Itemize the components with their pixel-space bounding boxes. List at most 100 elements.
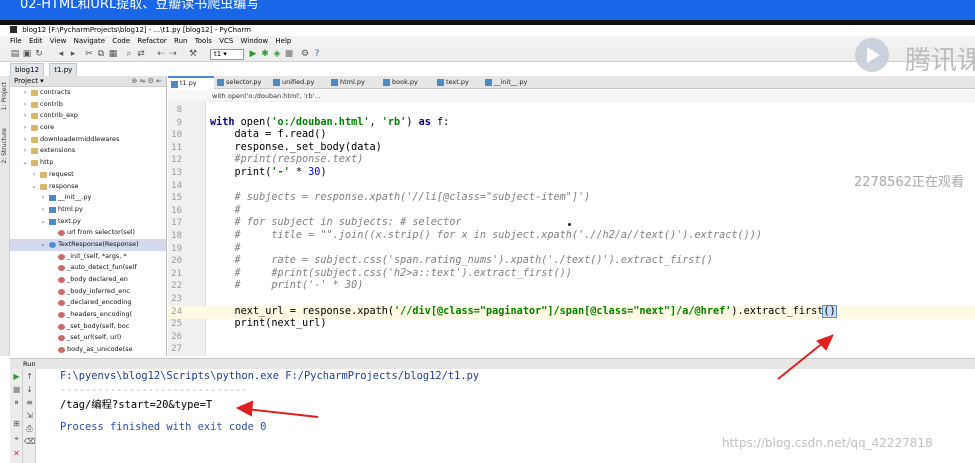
tree-item[interactable]: ⌄ TextResponse(Response) (10, 238, 166, 251)
tree-item[interactable]: › core (10, 122, 166, 134)
cut-icon[interactable]: ✂ (84, 49, 94, 59)
tab-text[interactable]: text.py (434, 76, 482, 89)
breadcrumb-project[interactable]: blog12 (10, 63, 45, 77)
tab-book[interactable]: book.py (380, 76, 434, 89)
run-panel-title[interactable]: Run (23, 360, 35, 368)
run-icon[interactable]: ▶ (248, 49, 258, 59)
clear-icon[interactable]: ⌫ (24, 437, 35, 447)
editor-breadcrumb[interactable]: with open('o:/douban.html', 'rb'... (168, 90, 975, 102)
tree-item[interactable]: › extensions (10, 145, 166, 157)
help-icon[interactable]: ? (312, 49, 322, 59)
paste-icon[interactable]: ▦ (108, 49, 118, 59)
tree-item[interactable]: _auto_detect_fun(self (10, 262, 166, 274)
tree-item[interactable]: › __init__.py (10, 192, 166, 204)
tree-item[interactable]: ⌄ response (10, 181, 166, 193)
menu-view[interactable]: View (50, 37, 67, 45)
tree-item[interactable]: › html.py (10, 204, 166, 216)
tree-expand-icon[interactable]: › (22, 145, 28, 157)
nav-back-icon[interactable]: ⇠ (156, 49, 166, 59)
scroll-up-icon[interactable]: ↑ (24, 372, 35, 382)
breadcrumb-file[interactable]: t1.py (49, 63, 78, 77)
tree-item[interactable]: › contrib_exp (10, 110, 166, 122)
project-view-select[interactable]: Project (14, 77, 38, 85)
print-icon[interactable]: ⎙ (24, 424, 35, 434)
tree-expand-icon[interactable]: › (31, 169, 37, 181)
project-tool-button[interactable]: 1: Project (1, 82, 8, 110)
menu-edit[interactable]: Edit (29, 37, 43, 45)
run-config-select[interactable]: t1 ▾ (210, 49, 244, 60)
copy-icon[interactable]: ⧉ (96, 49, 106, 59)
tree-item[interactable]: _headers_encoding( (10, 309, 166, 321)
tree-item[interactable]: body_as_unicode(se (10, 344, 166, 356)
panel-header-icons[interactable]: ⊕ ⇋ ⚙ ⇤ (131, 76, 162, 87)
tree-expand-icon[interactable]: › (22, 99, 28, 111)
sync-icon[interactable]: ↻ (34, 49, 44, 59)
tree-expand-icon[interactable]: › (40, 192, 46, 204)
tree-expand-icon[interactable]: › (22, 134, 28, 146)
tree-item[interactable]: _set_body(self, boc (10, 321, 166, 333)
tab-html[interactable]: html.py (328, 76, 380, 89)
debug-icon[interactable]: ✱ (260, 49, 270, 59)
menu-window[interactable]: Window (241, 37, 269, 45)
back-icon[interactable]: ◂ (56, 49, 66, 59)
tree-item-label: contracts (40, 88, 71, 96)
open-folder-icon[interactable]: ▤ (10, 49, 20, 59)
tree-item[interactable]: › contracts (10, 87, 166, 99)
scroll-down-icon[interactable]: ↓ (24, 385, 35, 395)
menu-run[interactable]: Run (174, 37, 187, 45)
tree-item[interactable]: _set_url(self, url) (10, 332, 166, 344)
tree-item-label: url from selector(sel) (67, 228, 136, 237)
forward-icon[interactable]: ▸ (68, 49, 78, 59)
menu-code[interactable]: Code (112, 37, 130, 45)
menu-refactor[interactable]: Refactor (137, 37, 166, 45)
tree-expand-icon[interactable]: › (22, 87, 28, 99)
tree-item[interactable]: _body declared_en (10, 274, 166, 286)
tab-t1[interactable]: t1.py (168, 76, 214, 89)
menu-navigate[interactable]: Navigate (74, 37, 105, 45)
layout-icon[interactable]: ⊞ (11, 419, 22, 429)
tree-item[interactable]: ⌄ http (10, 157, 166, 169)
scroll-end-icon[interactable]: ⇲ (24, 411, 35, 421)
tree-item[interactable]: › request (10, 169, 166, 181)
tree-item[interactable]: ⌄ text.py (10, 216, 166, 228)
tree-item[interactable]: _declared_encoding (10, 297, 166, 309)
tree-item[interactable]: › contrib (10, 99, 166, 111)
menu-file[interactable]: File (10, 37, 22, 45)
tree-item[interactable]: url from selector(sel) (10, 227, 166, 239)
find-icon[interactable]: ⌕ (124, 49, 134, 59)
tab-unified[interactable]: unified.py (270, 76, 328, 89)
tree-expand-icon[interactable]: ⌄ (40, 216, 46, 228)
tree-expand-icon[interactable]: ⌄ (40, 239, 46, 251)
pause-icon[interactable]: ⏸ (11, 398, 22, 408)
build-icon[interactable]: ⚒ (188, 49, 198, 59)
code-line: # (210, 242, 241, 254)
structure-tool-button[interactable]: 2: Structure (1, 128, 8, 164)
tree-expand-icon[interactable]: › (22, 122, 28, 134)
tree-expand-icon[interactable]: › (40, 204, 46, 216)
save-icon[interactable]: ▣ (22, 49, 32, 59)
stop-run-icon[interactable]: ■ (11, 385, 22, 395)
tree-expand-icon[interactable]: ⌄ (22, 157, 28, 169)
tree-item[interactable]: _body_inferred_enc (10, 286, 166, 298)
tab-selector[interactable]: selector.py (214, 76, 270, 89)
tree-expand-icon[interactable]: ⌄ (31, 181, 37, 193)
folder-icon (31, 125, 38, 132)
settings-icon[interactable]: ⚙ (300, 49, 310, 59)
coverage-icon[interactable]: ◈ (272, 49, 282, 59)
console-line: /tag/编程?start=20&type=T (60, 399, 213, 411)
pin-icon[interactable]: ⌖ (11, 434, 22, 444)
menu-tools[interactable]: Tools (195, 37, 212, 45)
menu-vcs[interactable]: VCS (219, 37, 233, 45)
tree-expand-icon[interactable]: › (22, 110, 28, 122)
menu-help[interactable]: Help (275, 37, 291, 45)
tab-init[interactable]: __init__.py (482, 76, 544, 89)
line-number: 13 (171, 168, 182, 178)
rerun-icon[interactable]: ▶ (11, 372, 22, 382)
replace-icon[interactable]: ⇄ (136, 49, 146, 59)
stop-icon[interactable]: ■ (284, 49, 294, 59)
close-run-icon[interactable]: ✕ (11, 449, 22, 459)
nav-forward-icon[interactable]: ⇢ (168, 49, 178, 59)
soft-wrap-icon[interactable]: ≡ (24, 398, 35, 408)
tree-item[interactable]: _init_(self, *args, * (10, 251, 166, 263)
tree-item[interactable]: › downloadermiddlewares (10, 134, 166, 146)
